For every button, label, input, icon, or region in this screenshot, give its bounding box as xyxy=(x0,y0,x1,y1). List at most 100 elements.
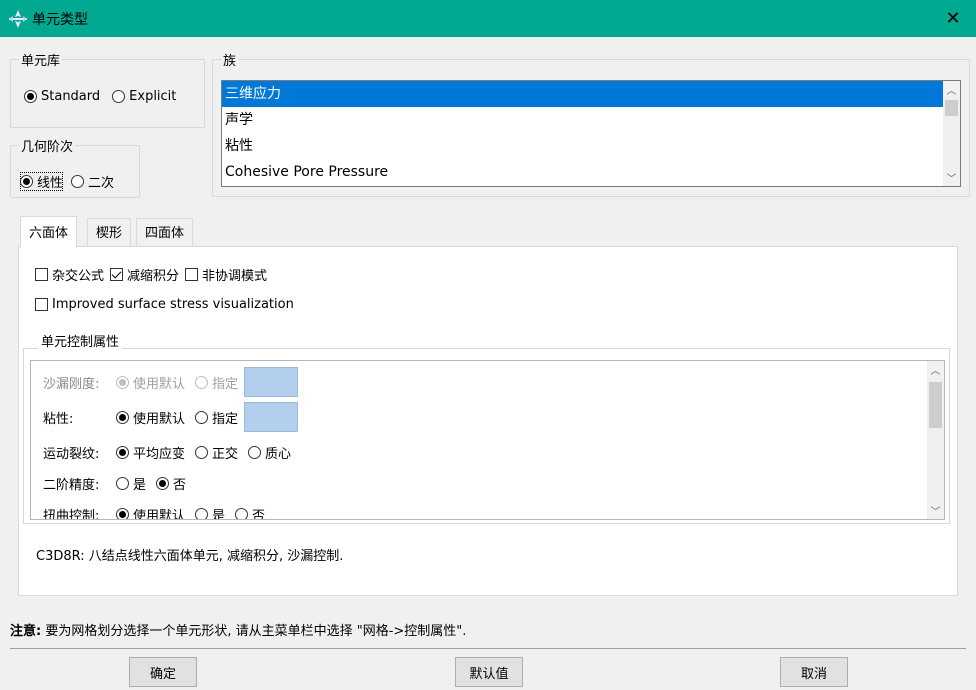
radio-second-order-no[interactable]: 否 xyxy=(156,474,186,493)
scroll-thumb[interactable] xyxy=(929,382,942,428)
radio-dot-icon xyxy=(20,175,33,188)
ok-button[interactable]: 确定 xyxy=(129,657,197,687)
family-scrollbar[interactable]: ︿ ﹀ xyxy=(943,81,960,186)
defaults-button[interactable]: 默认值 xyxy=(455,657,523,687)
radio-label: Explicit xyxy=(129,89,177,104)
radio-label: 正交 xyxy=(212,447,239,462)
close-button[interactable]: ✕ xyxy=(930,0,976,37)
hourglass-value-box xyxy=(244,367,299,397)
prop-row-viscosity: 粘性: 使用默认 指定 xyxy=(43,402,299,432)
separator xyxy=(10,648,966,649)
prop-label: 粘性: xyxy=(43,411,74,427)
radio-quadratic[interactable]: 二次 xyxy=(71,172,114,191)
tab-label: 楔形 xyxy=(96,226,123,241)
checkbox-label: 非协调模式 xyxy=(202,269,268,284)
radio-distortion-no[interactable]: 否 xyxy=(235,505,266,520)
radio-viscosity-specify[interactable]: 指定 xyxy=(195,408,238,427)
note-prefix: 注意: xyxy=(10,624,42,639)
radio-linear[interactable]: 线性 xyxy=(20,172,64,191)
list-item[interactable]: 声学 xyxy=(222,107,960,133)
radio-label: 二次 xyxy=(88,176,115,191)
family-legend: 族 xyxy=(223,54,237,69)
element-controls-scroll-area: 沙漏刚度: 使用默认 指定 粘性: 使用默认 指定 运动裂纹: 平均应变 正交 … xyxy=(30,360,945,520)
checkbox-icon xyxy=(35,268,48,281)
radio-label: 质心 xyxy=(265,447,292,462)
checkbox-label: 减缩积分 xyxy=(127,269,180,284)
note-body: 要为网格划分选择一个单元形状, 请从主菜单栏中选择 "网格->控制属性". xyxy=(41,624,467,639)
radio-second-order-yes[interactable]: 是 xyxy=(116,474,146,493)
element-controls-legend: 单元控制属性 xyxy=(38,331,123,350)
radio-average-strain[interactable]: 平均应变 xyxy=(116,443,185,462)
tab-tetrahedron[interactable]: 四面体 xyxy=(136,218,194,247)
checkbox-label: 杂交公式 xyxy=(52,269,105,284)
radio-label: 否 xyxy=(252,509,266,520)
radio-dot-icon xyxy=(116,375,129,389)
family-listbox[interactable]: 三维应力 声学 粘性 Cohesive Pore Pressure ︿ ﹀ xyxy=(221,80,961,187)
radio-dot-icon xyxy=(116,508,129,519)
checkbox-incompatible[interactable]: 非协调模式 xyxy=(185,265,267,284)
radio-dot-icon xyxy=(195,508,209,519)
prop-row-hourglass: 沙漏刚度: 使用默认 指定 xyxy=(43,367,299,397)
note-text: 注意: 要为网格划分选择一个单元形状, 请从主菜单栏中选择 "网格->控制属性"… xyxy=(10,620,466,639)
window-title: 单元类型 xyxy=(32,12,88,28)
checkbox-improved-stress[interactable]: Improved surface stress visualization xyxy=(35,297,294,312)
element-library-legend: 单元库 xyxy=(21,54,61,69)
viscosity-value-box[interactable] xyxy=(244,402,299,432)
radio-label: 使用默认 xyxy=(133,411,186,427)
radio-label: 指定 xyxy=(212,411,239,427)
radio-label: 否 xyxy=(173,478,187,493)
radio-dot-icon xyxy=(248,446,262,459)
prop-row-second-order: 二阶精度: 是 否 xyxy=(43,474,196,493)
radio-viscosity-default[interactable]: 使用默认 xyxy=(116,408,185,427)
app-icon xyxy=(9,10,27,28)
title-bar: 单元类型 ✕ xyxy=(0,0,976,37)
radio-label: Standard xyxy=(41,89,101,104)
tab-label: 六面体 xyxy=(29,226,69,241)
prop-label: 沙漏刚度: xyxy=(43,376,100,392)
radio-dot-icon xyxy=(195,446,209,459)
scroll-down-icon[interactable]: ﹀ xyxy=(943,169,960,186)
radio-label: 是 xyxy=(133,478,147,493)
radio-dot-icon xyxy=(116,446,129,459)
radio-hourglass-specify: 指定 xyxy=(195,373,238,392)
checkbox-icon xyxy=(35,298,48,311)
radio-centroid[interactable]: 质心 xyxy=(248,443,291,462)
tab-hexahedron[interactable]: 六面体 xyxy=(20,216,78,248)
list-item[interactable]: 粘性 xyxy=(222,133,960,159)
radio-explicit[interactable]: Explicit xyxy=(112,89,176,104)
radio-dot-icon xyxy=(71,175,85,188)
element-description: C3D8R: 八结点线性六面体单元, 减缩积分, 沙漏控制. xyxy=(36,549,344,564)
controls-scrollbar[interactable]: ︿ ﹀ xyxy=(927,361,944,519)
checkbox-label: Improved surface stress visualization xyxy=(52,297,294,312)
radio-dot-icon xyxy=(235,508,249,519)
scroll-up-icon[interactable]: ︿ xyxy=(927,361,944,378)
scroll-down-icon[interactable]: ﹀ xyxy=(927,502,944,519)
radio-hourglass-default: 使用默认 xyxy=(116,373,185,392)
radio-dot-icon xyxy=(195,375,209,389)
prop-label: 运动裂纹: xyxy=(43,447,100,462)
radio-dot-icon xyxy=(116,477,129,490)
prop-label: 二阶精度: xyxy=(43,478,100,493)
geometric-order-legend: 几何阶次 xyxy=(21,140,74,155)
scroll-thumb[interactable] xyxy=(945,100,958,116)
radio-distortion-yes[interactable]: 是 xyxy=(195,505,226,520)
checkbox-reduced[interactable]: 减缩积分 xyxy=(110,265,179,284)
radio-label: 使用默认 xyxy=(133,509,186,520)
radio-label: 是 xyxy=(212,509,226,520)
list-item[interactable]: 三维应力 xyxy=(222,81,943,107)
scroll-up-icon[interactable]: ︿ xyxy=(943,81,960,98)
radio-dot-icon xyxy=(116,410,129,424)
tab-label: 四面体 xyxy=(145,226,185,241)
prop-row-kinematic-split: 运动裂纹: 平均应变 正交 质心 xyxy=(43,443,301,462)
radio-distortion-default[interactable]: 使用默认 xyxy=(116,505,186,520)
radio-label: 使用默认 xyxy=(133,376,186,392)
radio-label: 线性 xyxy=(37,176,64,191)
cancel-button[interactable]: 取消 xyxy=(780,657,848,687)
list-item[interactable]: Cohesive Pore Pressure xyxy=(222,159,960,185)
radio-orthogonal[interactable]: 正交 xyxy=(195,443,238,462)
prop-row-distortion: 扭曲控制: 使用默认 是 否 xyxy=(43,505,275,520)
checkbox-hybrid[interactable]: 杂交公式 xyxy=(35,265,104,284)
radio-dot-icon xyxy=(195,410,209,424)
radio-standard[interactable]: Standard xyxy=(24,89,100,104)
tab-wedge[interactable]: 楔形 xyxy=(87,218,132,247)
